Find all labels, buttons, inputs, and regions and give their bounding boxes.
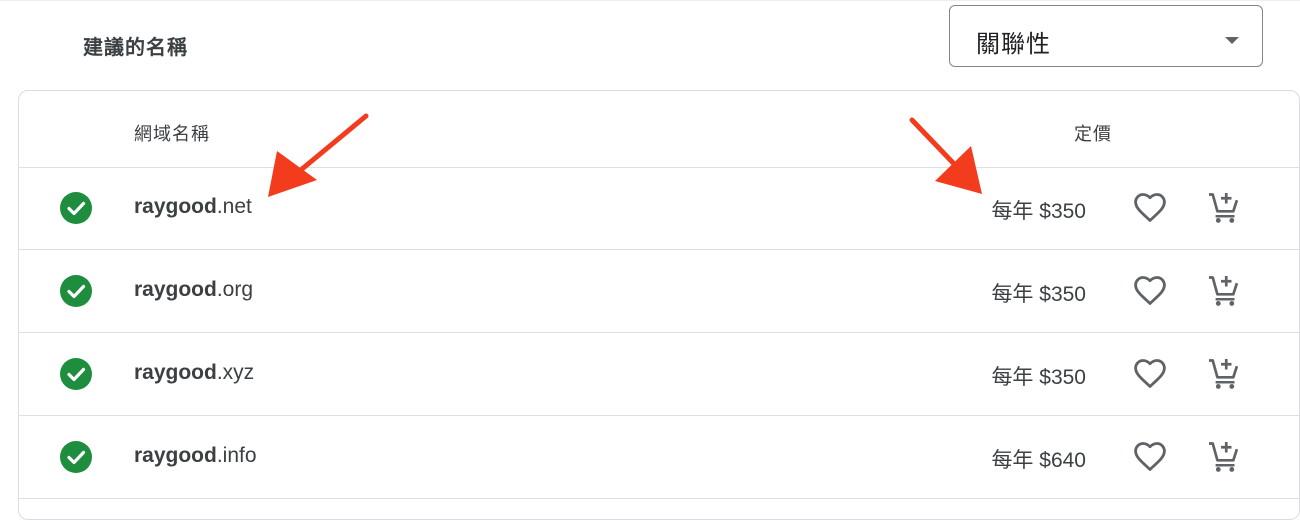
domain-sld: raygood bbox=[134, 278, 217, 301]
domain-sld: raygood bbox=[134, 361, 217, 384]
table-row: raygood.xyz 每年 $350 bbox=[19, 333, 1299, 416]
domain-name: raygood.xyz bbox=[134, 361, 254, 385]
domain-price: 每年 $640 bbox=[991, 449, 1086, 472]
domain-tld: .xyz bbox=[216, 361, 255, 384]
domain-sld: raygood bbox=[134, 444, 217, 467]
domain-price: 每年 $350 bbox=[991, 366, 1086, 389]
table-row: raygood.net 每年 $350 bbox=[19, 167, 1299, 250]
add-shopping-cart-icon[interactable] bbox=[1206, 273, 1242, 309]
heart-outline-icon[interactable] bbox=[1132, 356, 1168, 392]
sort-dropdown[interactable]: 關聯性 bbox=[949, 5, 1263, 67]
table-header: 網域名稱 定價 bbox=[19, 91, 1299, 168]
top-divider bbox=[0, 0, 1300, 1]
table-row: raygood.info 每年 $640 bbox=[19, 416, 1299, 499]
domain-price: 每年 $350 bbox=[991, 200, 1086, 223]
domain-sld: raygood bbox=[134, 195, 217, 218]
heart-outline-icon[interactable] bbox=[1132, 273, 1168, 309]
domain-tld: .info bbox=[216, 444, 257, 467]
check-circle-icon bbox=[60, 441, 92, 473]
sort-dropdown-value: 關聯性 bbox=[976, 31, 1051, 58]
heart-outline-icon[interactable] bbox=[1132, 190, 1168, 226]
domain-tld: .net bbox=[216, 195, 252, 218]
section-title: 建議的名稱 bbox=[83, 37, 188, 59]
column-header-domain: 網域名稱 bbox=[134, 124, 210, 144]
caret-down-icon bbox=[1225, 37, 1239, 44]
column-header-price: 定價 bbox=[1074, 124, 1112, 144]
check-circle-icon bbox=[60, 358, 92, 390]
domain-price: 每年 $350 bbox=[991, 283, 1086, 306]
domain-tld: .org bbox=[216, 278, 254, 301]
add-shopping-cart-icon[interactable] bbox=[1206, 356, 1242, 392]
add-shopping-cart-icon[interactable] bbox=[1206, 190, 1242, 226]
domain-name: raygood.org bbox=[134, 278, 253, 302]
results-table: 網域名稱 定價 raygood.net 每年 $350 raygood.org … bbox=[18, 90, 1300, 520]
domain-name: raygood.net bbox=[134, 195, 252, 219]
table-row: raygood.org 每年 $350 bbox=[19, 250, 1299, 333]
heart-outline-icon[interactable] bbox=[1132, 439, 1168, 475]
domain-name: raygood.info bbox=[134, 444, 257, 468]
check-circle-icon bbox=[60, 192, 92, 224]
check-circle-icon bbox=[60, 275, 92, 307]
add-shopping-cart-icon[interactable] bbox=[1206, 439, 1242, 475]
